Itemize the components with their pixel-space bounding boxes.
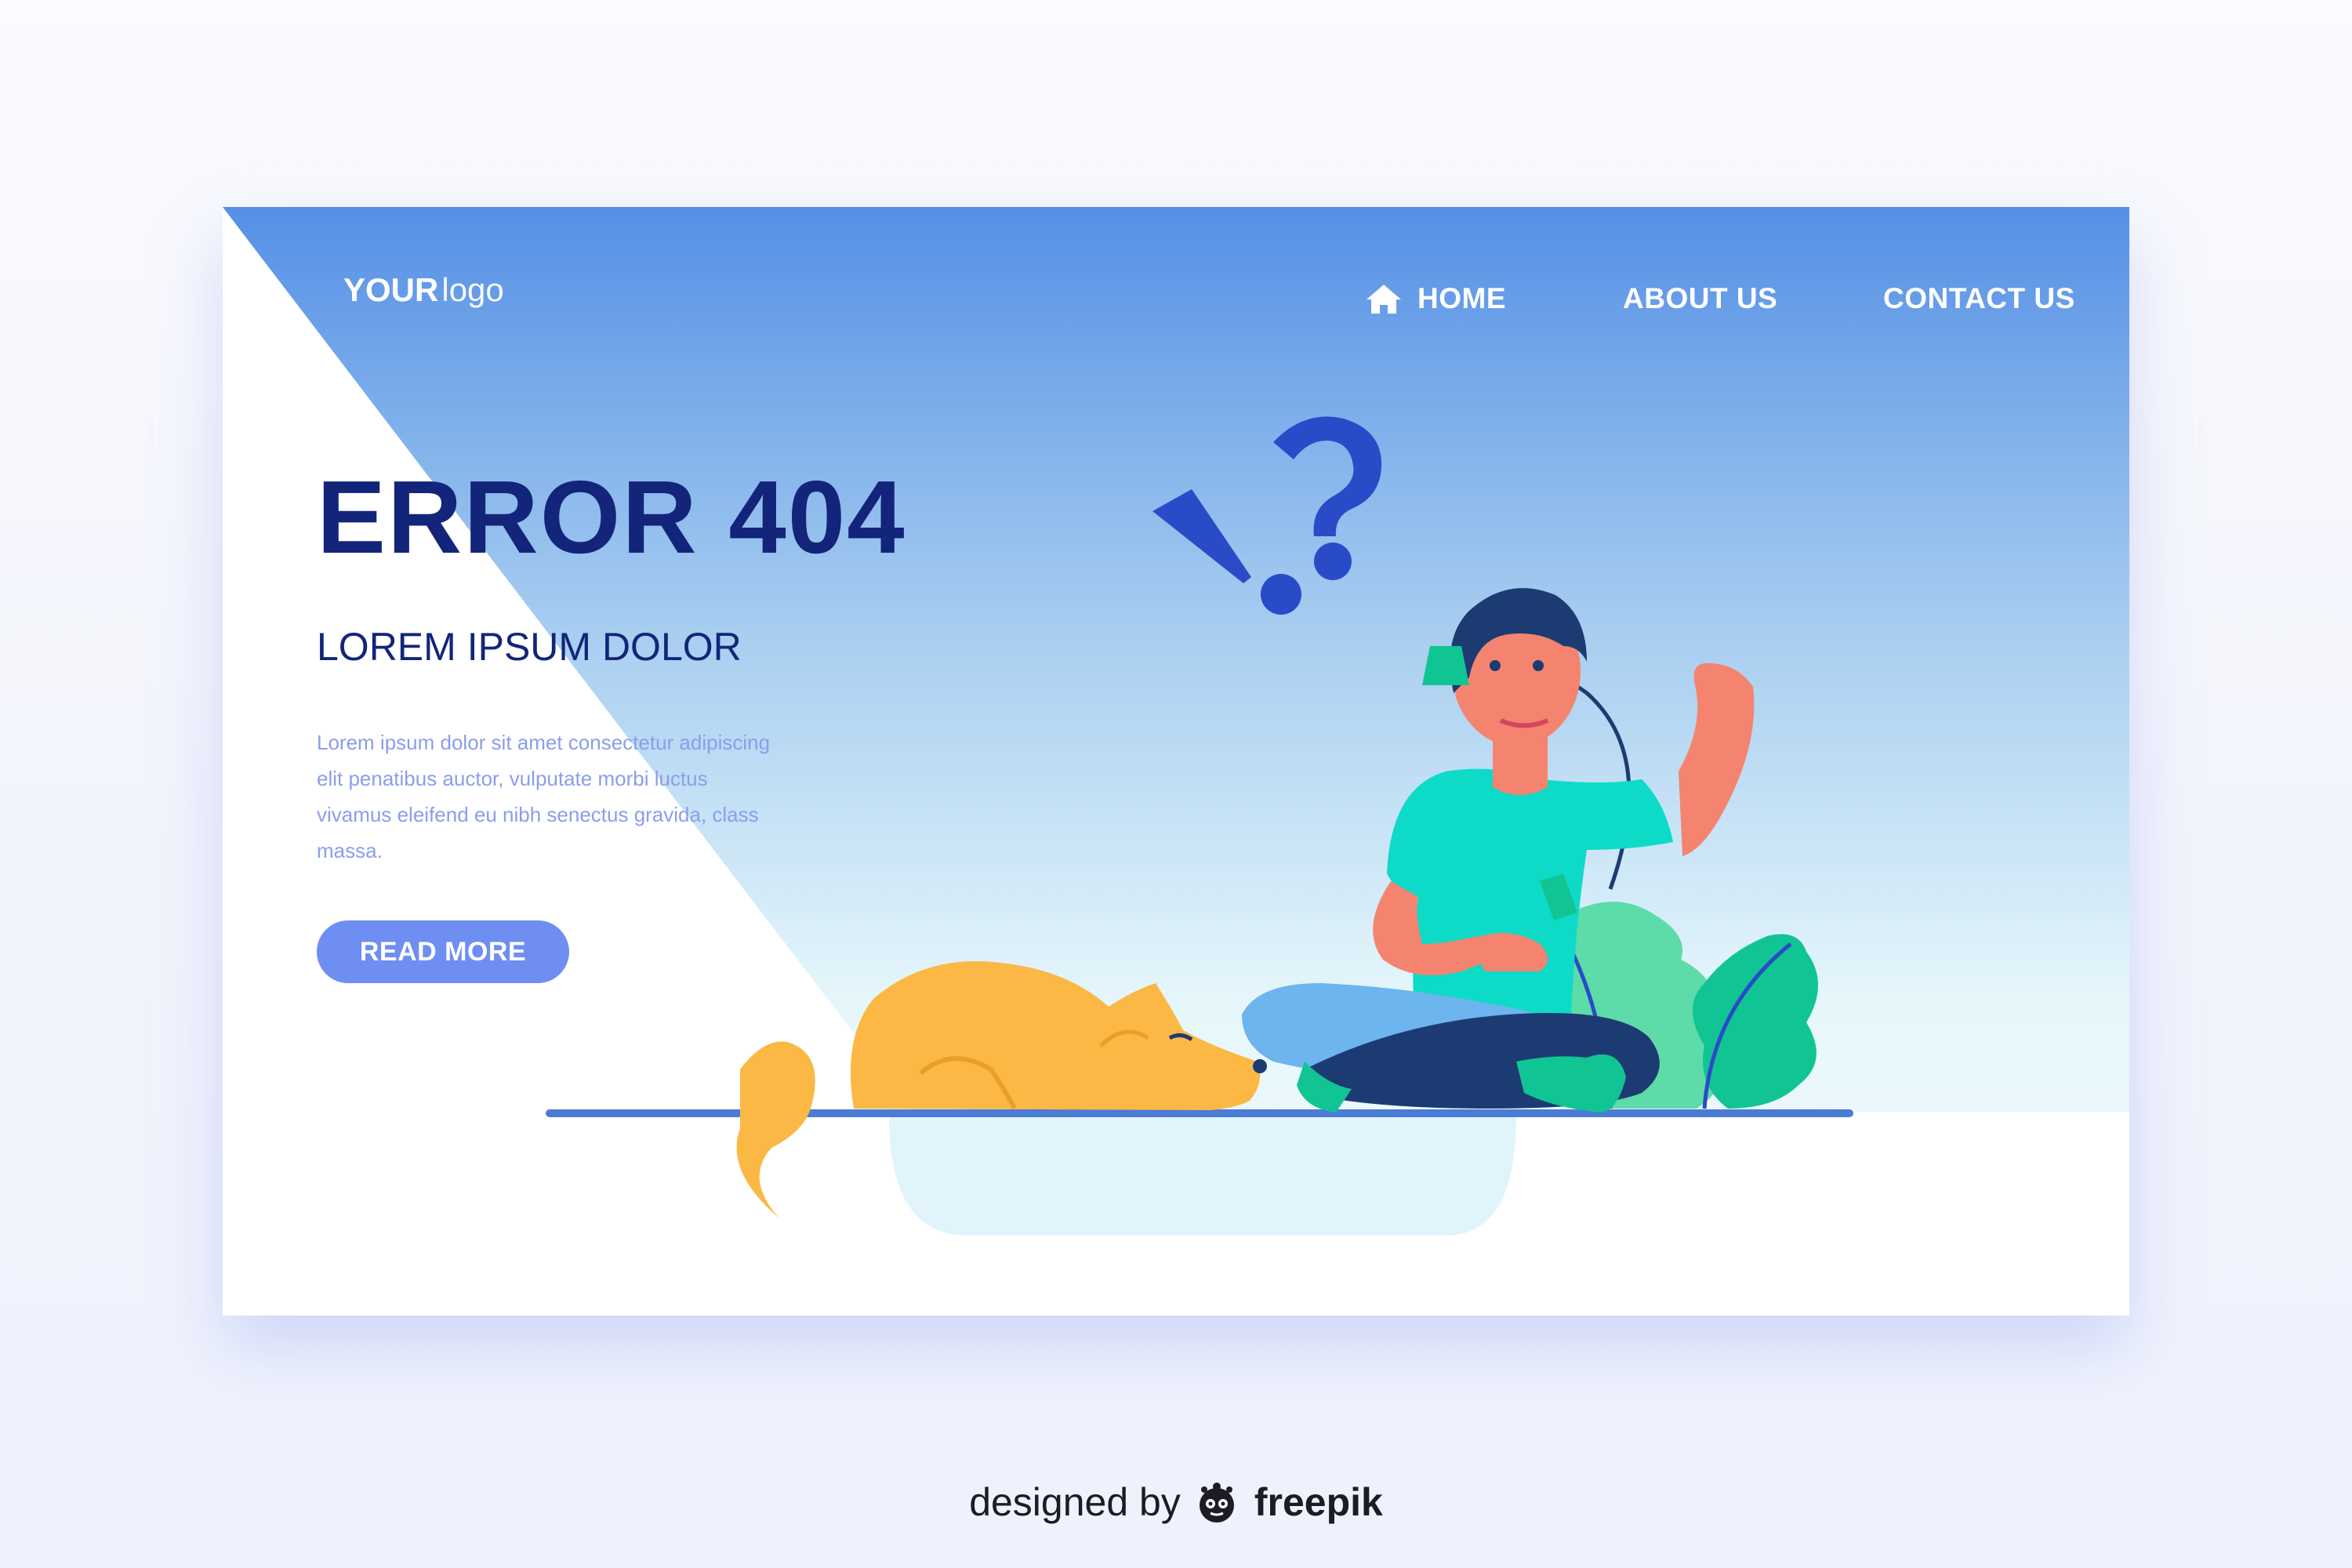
read-more-button[interactable]: READ MORE [317, 920, 569, 983]
page-title: ERROR 404 [317, 459, 906, 575]
nav-about-us[interactable]: ABOUT US [1623, 282, 1777, 315]
freepik-brand-text[interactable]: freepik [1254, 1479, 1383, 1525]
nav-contact-label: CONTACT US [1883, 282, 2075, 314]
landing-card: YOURlogo HOME ABOUT US CONTACT US ERROR … [223, 207, 2129, 1316]
logo-thin-text: logo [441, 271, 504, 308]
floor-shape [889, 1116, 1516, 1236]
home-icon [1367, 285, 1401, 314]
attribution-footer: designed by freepik [0, 1479, 2352, 1526]
logo-bold-text: YOUR [343, 271, 439, 308]
nav-home[interactable]: HOME [1364, 282, 1506, 315]
designed-by-text: designed by [969, 1480, 1181, 1524]
question-mark-icon [1273, 416, 1382, 580]
page-subtitle: LOREM IPSUM DOLOR [317, 625, 742, 669]
nav-home-label: HOME [1417, 282, 1506, 314]
freepik-logo-icon [1199, 1483, 1234, 1523]
body-text: Lorem ipsum dolor sit amet consectetur a… [317, 731, 771, 862]
nav-contact-us[interactable]: CONTACT US [1883, 282, 2075, 315]
site-logo[interactable]: YOURlogo [343, 274, 504, 307]
nav-about-label: ABOUT US [1623, 282, 1778, 314]
exclamation-icon [1152, 489, 1301, 615]
